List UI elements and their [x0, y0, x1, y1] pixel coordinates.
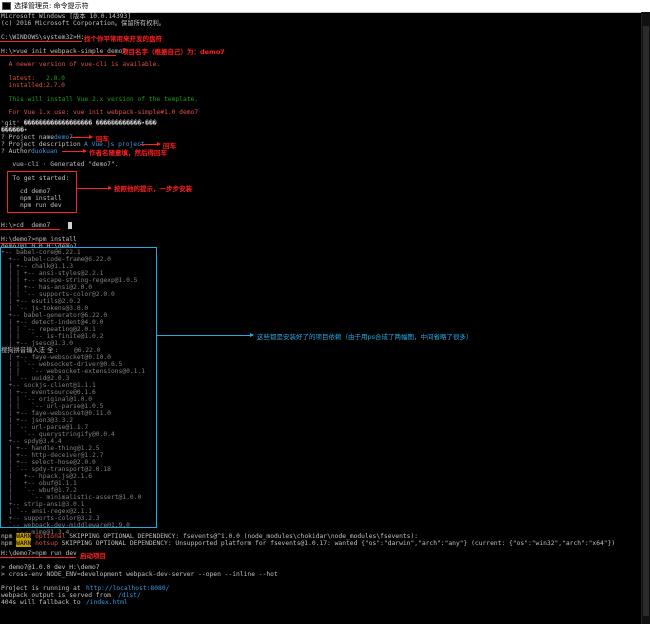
annotation-arrow	[156, 333, 254, 337]
console-line: Microsoft Windows [版本 10.0.14393]	[1, 13, 132, 20]
console-line: 2.7.0	[46, 82, 65, 89]
console-line: ? Project description	[1, 141, 81, 148]
annotation-underline	[0, 243, 70, 244]
console-line: Project is running at	[1, 585, 81, 592]
npm-warn-line: npm WARN notsup SKIPPING OPTIONAL DEPEND…	[1, 540, 616, 547]
annotation-underline	[0, 41, 82, 42]
console-line: latest:	[1, 75, 36, 82]
annotation-dependencies: 这些都是安装好了的项目依赖（由于用ps合成了两幅图，中间省略了很多）	[257, 333, 473, 341]
annotation-underline	[0, 55, 116, 56]
dependencies-box	[0, 247, 157, 528]
console-line: H:\demo7>npm run dev	[1, 550, 77, 557]
text-cursor	[68, 222, 72, 229]
console-line: installed:	[1, 82, 47, 89]
console-line: > cross-env NODE_ENV=development webpack…	[1, 571, 278, 578]
console-line: A newer version of vue-cli is available.	[1, 61, 161, 68]
console-line: H:\demo7>npm install	[1, 236, 77, 243]
annotation-arrow	[70, 135, 93, 139]
console-link: http://localhost:8080/	[86, 585, 170, 592]
console-line: duokuan	[31, 148, 58, 155]
console-line: 'git' ������������������ ������������•��…	[1, 120, 157, 127]
console-line: 2.8.0	[46, 75, 65, 82]
npm-warn-line: npm WARN optional SKIPPING OPTIONAL DEPE…	[1, 533, 419, 540]
annotation-start: 启动项目	[80, 552, 106, 560]
vertical-scrollbar[interactable]	[641, 12, 650, 624]
annotation-enter-1: 回车	[96, 135, 109, 143]
console-line: H:\>vue init webpack-simple demo7	[1, 48, 127, 55]
annotation-underline	[0, 229, 60, 230]
annotation-author: 作者名随意填，然后得回车	[89, 149, 167, 157]
console-line: C:\WINDOWS\system32>H:	[1, 34, 85, 41]
annotation-arrow	[77, 186, 112, 190]
console-line: ? Author	[1, 148, 32, 155]
console-line: ������•	[1, 127, 28, 134]
title-bar[interactable]: 选择管理员: 命令提示符	[0, 0, 650, 13]
console-line: vue-cli · Generated "demo7".	[1, 161, 119, 168]
console-link: /index.html	[86, 599, 128, 606]
console-link: /dist/	[118, 592, 141, 599]
get-started-box	[7, 171, 77, 213]
console-line: > demo7@1.0.0 dev H:\demo7	[1, 564, 100, 571]
annotation-drive: 找个你平常用来开发的盘符	[84, 35, 162, 43]
annotation-arrow	[62, 149, 87, 153]
console-line: ? Project name	[1, 134, 55, 141]
cmd-icon	[2, 2, 11, 10]
console-line: For Vue 1.x use: vue init webpack-simple…	[1, 109, 199, 116]
console-line: (c) 2016 Microsoft Corporation。保留所有权利。	[1, 20, 166, 27]
console-line: This will install Vue 2.x version of the…	[1, 96, 199, 103]
console-line: webpack output is served from	[1, 592, 111, 599]
annotation-project-name: 项目名字（根据自己）为：demo7	[122, 48, 225, 56]
annotation-steps: 按照他的提示，一步步安装	[114, 185, 192, 193]
window-title: 选择管理员: 命令提示符	[14, 2, 89, 10]
annotation-arrow	[140, 142, 161, 146]
annotation-underline	[0, 557, 76, 558]
cmd-window: 选择管理员: 命令提示符 Microsoft Windows [版本 10.0.…	[0, 0, 650, 624]
scrollbar-thumb[interactable]	[643, 26, 649, 616]
console-line: 404s will fallback to	[1, 599, 81, 606]
console-line: H:\>cd demo7	[1, 222, 51, 229]
